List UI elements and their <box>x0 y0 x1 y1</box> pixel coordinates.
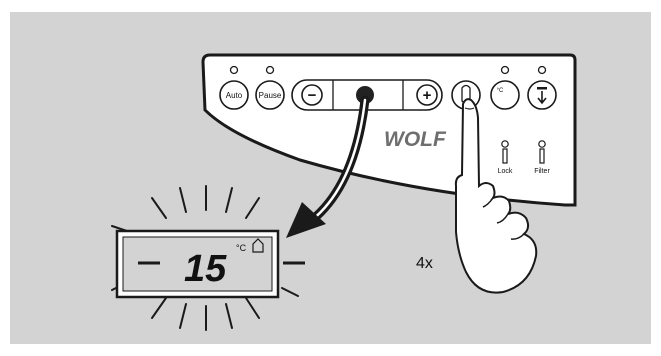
night-button[interactable]: °C <box>490 80 520 110</box>
wolf-logo: WOLF <box>384 128 447 151</box>
display-unit: °C <box>236 243 247 253</box>
pause-button[interactable]: Pause <box>255 80 285 110</box>
filter-label: Filter <box>534 168 550 175</box>
display-value: 15 <box>184 248 227 290</box>
plus-button-label: + <box>423 87 432 104</box>
press-count: 4x <box>416 255 433 272</box>
brand-logo-text: WOLF <box>384 128 447 151</box>
pause-button-label: Pause <box>259 91 282 100</box>
boost-icon <box>537 87 547 90</box>
illustration-canvas: Auto Pause − + °C WOLF Lock Filter 15 °C… <box>0 0 661 356</box>
instruction-illustration: Auto Pause − + °C WOLF Lock Filter 15 °C… <box>0 0 661 356</box>
celsius-small-label: °C <box>497 88 504 94</box>
minus-button-label: − <box>308 87 317 104</box>
boost-button[interactable] <box>527 80 557 110</box>
lock-label: Lock <box>498 168 513 175</box>
auto-button[interactable]: Auto <box>219 80 249 110</box>
auto-button-label: Auto <box>226 91 243 100</box>
